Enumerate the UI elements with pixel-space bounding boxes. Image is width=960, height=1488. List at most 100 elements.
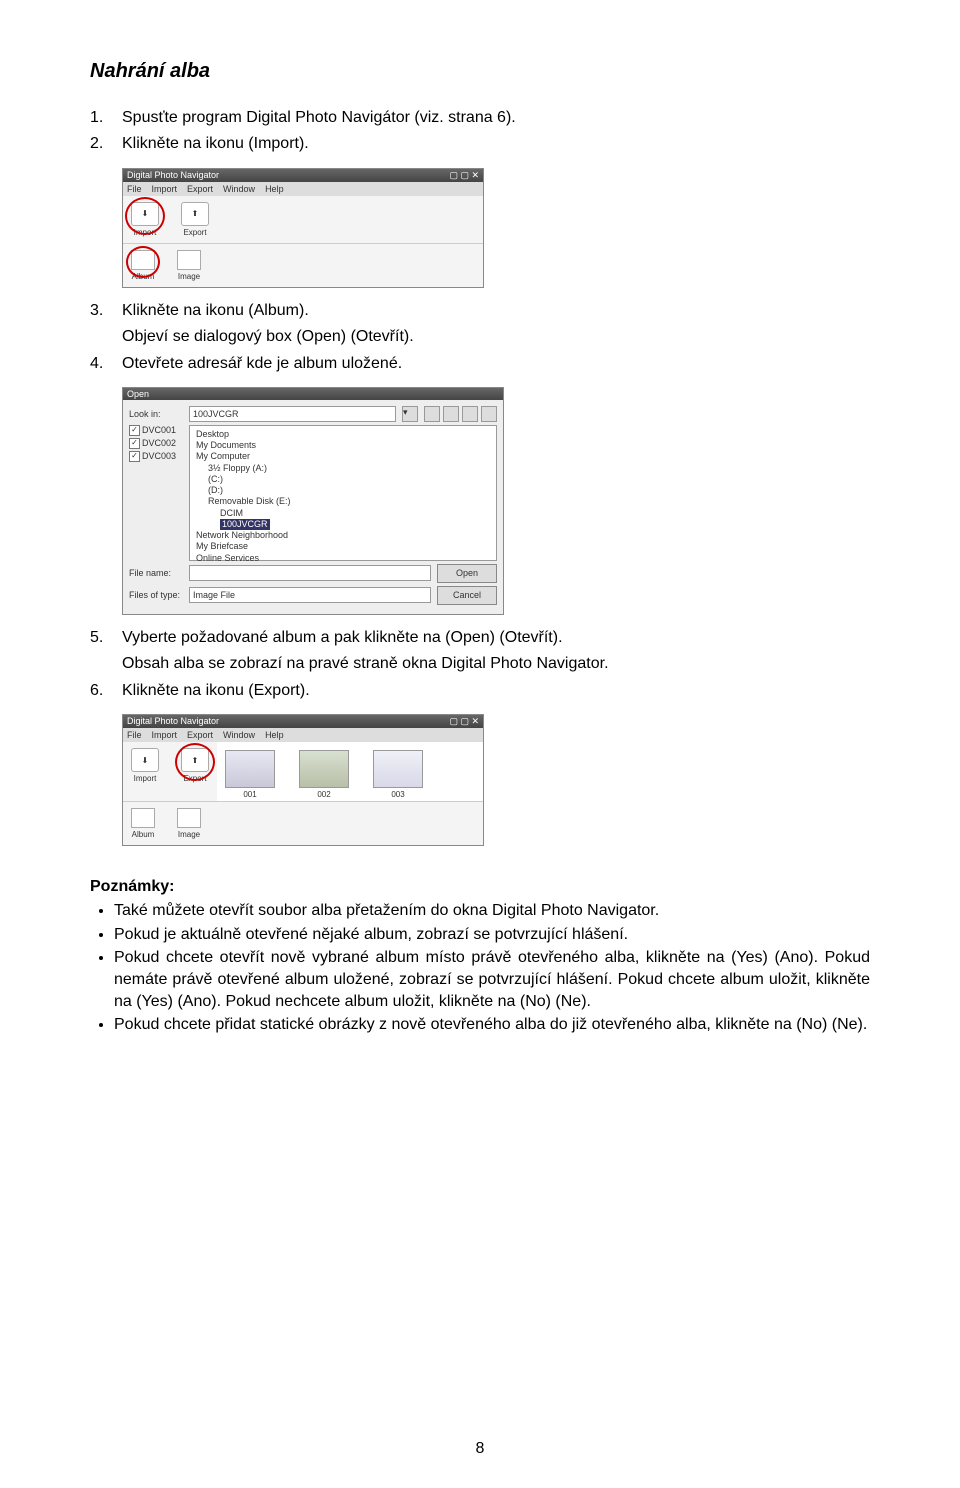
tree-item-selected[interactable]: 100JVCGR	[196, 519, 490, 530]
file-check-item[interactable]: ✓DVC002	[129, 438, 185, 449]
tree-item[interactable]: Network Neighborhood	[196, 530, 490, 541]
export-button[interactable]: ⬆ Export	[181, 748, 209, 783]
cancel-button[interactable]: Cancel	[437, 586, 497, 605]
step-3-note: Objeví se dialogový box (Open) (Otevřít)…	[90, 326, 870, 348]
filetype-select[interactable]: Image File	[189, 587, 431, 603]
menu-item[interactable]: File	[127, 184, 142, 194]
tree-item[interactable]: Removable Disk (E:)	[196, 496, 490, 507]
dialog-title: Open	[123, 388, 503, 400]
file-check-list: ✓DVC001 ✓DVC002 ✓DVC003	[129, 425, 185, 564]
highlight-circle-icon	[125, 197, 165, 235]
bottombar-label: Image	[178, 830, 200, 839]
new-folder-icon[interactable]	[443, 406, 459, 422]
menu-item[interactable]: Export	[187, 730, 213, 740]
app-menubar: File Import Export Window Help	[123, 728, 483, 742]
export-button[interactable]: ⬆ Export	[181, 202, 209, 237]
tree-item[interactable]: My Computer	[196, 451, 490, 462]
album-button[interactable]: Album	[131, 250, 155, 281]
thumbnail-image	[225, 750, 275, 788]
checkbox-icon[interactable]: ✓	[129, 425, 140, 436]
menu-item[interactable]: Import	[152, 730, 178, 740]
menu-item[interactable]: File	[127, 730, 142, 740]
note-item: Také můžete otevřít soubor alba přetažen…	[114, 900, 870, 922]
thumbnail-caption: 003	[391, 790, 404, 799]
step-number: 4.	[90, 353, 122, 375]
tree-item[interactable]: (D:)	[196, 485, 490, 496]
step-text: Klikněte na ikonu (Import).	[122, 133, 870, 155]
step-number: 5.	[90, 627, 122, 649]
step-text: Vyberte požadované album a pak klikněte …	[122, 627, 870, 649]
app-title: Digital Photo Navigator	[127, 716, 219, 727]
dropdown-icon[interactable]: ▾	[402, 406, 418, 422]
step-text: Spusťte program Digital Photo Navigátor …	[122, 107, 870, 129]
folder-tree[interactable]: Desktop My Documents My Computer 3½ Flop…	[189, 425, 497, 561]
toolbar-label: Export	[183, 228, 206, 237]
page-title: Nahrání alba	[90, 60, 870, 83]
list-view-icon[interactable]	[462, 406, 478, 422]
step-text: Otevřete adresář kde je album uložené.	[122, 353, 870, 375]
tree-item[interactable]: 3½ Floppy (A:)	[196, 463, 490, 474]
window-controls-icon: ▢ ▢ ✕	[449, 170, 479, 181]
screenshot-app-export: Digital Photo Navigator ▢ ▢ ✕ File Impor…	[122, 714, 870, 846]
image-button[interactable]: Image	[177, 250, 201, 281]
tree-item[interactable]: Online Services	[196, 553, 490, 564]
filetype-label: Files of type:	[129, 590, 183, 600]
app-bottombar: Album Image	[123, 243, 483, 287]
step-5: 5. Vyberte požadované album a pak klikně…	[90, 627, 870, 649]
import-button[interactable]: ⬇ Import	[131, 748, 159, 783]
screenshot-open-dialog: Open Look in: 100JVCGR ▾ ✓DVC001	[122, 387, 870, 615]
app-window: Digital Photo Navigator ▢ ▢ ✕ File Impor…	[122, 168, 484, 288]
open-button[interactable]: Open	[437, 564, 497, 583]
filetype-row: Files of type: Image File Cancel	[129, 586, 497, 605]
app-toolbar: ⬇ Import ⬆ Export	[123, 196, 483, 243]
step-text: Klikněte na ikonu (Album).	[122, 300, 870, 322]
tree-item[interactable]: (C:)	[196, 474, 490, 485]
image-button[interactable]: Image	[177, 808, 201, 839]
filename-label: File name:	[129, 568, 183, 578]
step-text: Klikněte na ikonu (Export).	[122, 680, 870, 702]
app-title: Digital Photo Navigator	[127, 170, 219, 181]
highlight-circle-icon	[126, 246, 160, 278]
menu-item[interactable]: Help	[265, 730, 284, 740]
menu-item[interactable]: Export	[187, 184, 213, 194]
dialog-body: Look in: 100JVCGR ▾ ✓DVC001 ✓DVC002 ✓DVC…	[123, 400, 503, 614]
checkbox-icon[interactable]: ✓	[129, 451, 140, 462]
steps-block-1: 1. Spusťte program Digital Photo Navigát…	[90, 107, 870, 156]
lookin-field[interactable]: 100JVCGR	[189, 406, 396, 422]
step-number: 3.	[90, 300, 122, 322]
tree-item[interactable]: My Documents	[196, 440, 490, 451]
thumbnail-area: 001 002 003	[217, 742, 483, 801]
file-name: DVC003	[142, 451, 176, 461]
menu-item[interactable]: Import	[152, 184, 178, 194]
import-button[interactable]: ⬇ Import	[131, 202, 159, 237]
thumbnail[interactable]: 001	[225, 750, 275, 799]
thumbnail[interactable]: 003	[373, 750, 423, 799]
album-button[interactable]: Album	[131, 808, 155, 839]
note-item: Pokud chcete otevřít nově vybrané album …	[114, 947, 870, 1012]
menu-item[interactable]: Window	[223, 730, 255, 740]
filename-input[interactable]	[189, 565, 431, 581]
import-icon: ⬇	[131, 748, 159, 772]
notes-list: Také můžete otevřít soubor alba přetažen…	[90, 900, 870, 1036]
file-check-item[interactable]: ✓DVC003	[129, 451, 185, 462]
details-view-icon[interactable]	[481, 406, 497, 422]
step-1: 1. Spusťte program Digital Photo Navigát…	[90, 107, 870, 129]
step-number: 2.	[90, 133, 122, 155]
menu-item[interactable]: Window	[223, 184, 255, 194]
app-titlebar: Digital Photo Navigator ▢ ▢ ✕	[123, 715, 483, 728]
step-6: 6. Klikněte na ikonu (Export).	[90, 680, 870, 702]
checkbox-icon[interactable]: ✓	[129, 438, 140, 449]
tree-item[interactable]: My Briefcase	[196, 541, 490, 552]
menu-item[interactable]: Help	[265, 184, 284, 194]
filename-row: File name: Open	[129, 564, 497, 583]
tree-item[interactable]: Desktop	[196, 429, 490, 440]
app-titlebar: Digital Photo Navigator ▢ ▢ ✕	[123, 169, 483, 182]
thumbnail[interactable]: 002	[299, 750, 349, 799]
notes-heading: Poznámky:	[90, 878, 870, 896]
up-folder-icon[interactable]	[424, 406, 440, 422]
tree-item[interactable]: DCIM	[196, 508, 490, 519]
file-check-item[interactable]: ✓DVC001	[129, 425, 185, 436]
step-4: 4. Otevřete adresář kde je album uložené…	[90, 353, 870, 375]
image-icon	[177, 250, 201, 270]
image-icon	[177, 808, 201, 828]
